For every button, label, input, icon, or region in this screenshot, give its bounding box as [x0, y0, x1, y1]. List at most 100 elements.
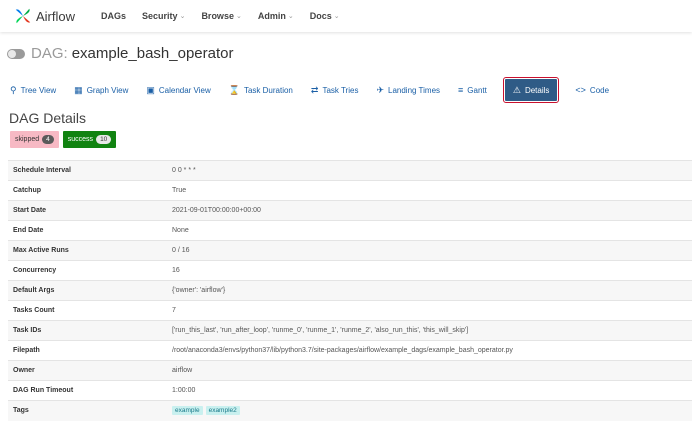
detail-value: 0 / 16 [172, 240, 692, 261]
tag-badge[interactable]: example2 [205, 406, 240, 416]
nav-docs[interactable]: Docs ⌄ [310, 11, 340, 21]
tab-label: Task Tries [322, 85, 359, 95]
tab-label: Gantt [467, 85, 487, 95]
code-icon: <> [575, 85, 586, 95]
state-count: 4 [42, 135, 54, 144]
detail-key: Catchup [8, 180, 172, 201]
detail-value: None [172, 220, 692, 241]
state-badge-success[interactable]: success 10 [62, 131, 117, 148]
table-row: Start Date 2021-09-01T00:00:00+00:00 [8, 200, 692, 221]
nav-browse[interactable]: Browse ⌄ [201, 11, 241, 21]
detail-value: ['run_this_last', 'run_after_loop', 'run… [172, 320, 692, 341]
table-row: Max Active Runs 0 / 16 [8, 240, 692, 261]
detail-value: 16 [172, 260, 692, 281]
top-navbar: Airflow DAGs Security ⌄ Browse ⌄ Admin ⌄ Do… [0, 0, 692, 32]
state-label: success [67, 136, 94, 143]
table-row: DAG Run Timeout 1:00:00 [8, 380, 692, 401]
detail-key: Filepath [8, 340, 172, 361]
state-count: 10 [96, 135, 112, 144]
dag-title: example_bash_operator [71, 45, 234, 62]
nav-browse-label: Browse [201, 11, 234, 21]
dag-pause-toggle[interactable] [7, 48, 25, 59]
detail-value: 7 [172, 300, 692, 321]
dag-header: DAG: example_bash_operator [7, 45, 233, 62]
detail-key: Task IDs [8, 320, 172, 341]
detail-key: Max Active Runs [8, 240, 172, 261]
detail-value: example example2 [172, 400, 692, 421]
tab-details[interactable]: ⚠ Details [502, 77, 560, 103]
tab-graph-view[interactable]: ▦ Graph View [74, 79, 128, 101]
tab-tree-view[interactable]: ⚲ Tree View [10, 79, 56, 101]
detail-value: True [172, 180, 692, 201]
tab-landing-times[interactable]: ✈ Landing Times [376, 79, 440, 101]
table-row: Filepath/root/anaconda3/envs/python37/li… [8, 340, 692, 361]
tab-label: Calendar View [158, 85, 211, 95]
warning-icon: ⚠ [512, 84, 521, 95]
airflow-logo-icon [15, 8, 31, 24]
gantt-icon: ≡ [458, 85, 464, 95]
chevron-down-icon: ⌄ [179, 13, 186, 20]
nav-security-label: Security [142, 11, 178, 21]
detail-key: Concurrency [8, 260, 172, 281]
table-row: Tags example example2 [8, 400, 692, 421]
tab-code[interactable]: <> Code [575, 79, 609, 101]
chevron-down-icon: ⌄ [287, 13, 294, 20]
detail-value: /root/anaconda3/envs/python37/lib/python… [172, 340, 692, 361]
detail-value: 2021-09-01T00:00:00+00:00 [172, 200, 692, 221]
chevron-down-icon: ⌄ [235, 13, 242, 20]
nav-docs-label: Docs [309, 11, 332, 21]
tab-gantt[interactable]: ≡ Gantt [458, 79, 487, 101]
detail-value: 0 0 * * * [172, 160, 692, 181]
landing-icon: ✈ [376, 84, 384, 95]
chevron-down-icon: ⌄ [333, 13, 340, 20]
table-row: Default Args {'owner': 'airflow'} [8, 280, 692, 301]
tab-task-tries[interactable]: ⇄ Task Tries [311, 79, 359, 101]
tab-label: Landing Times [388, 85, 441, 95]
table-row: End Date None [8, 220, 692, 241]
state-badge-skipped[interactable]: skipped 4 [10, 131, 59, 148]
detail-key: Owner [8, 360, 172, 381]
detail-value: {'owner': 'airflow'} [172, 280, 692, 301]
dag-view-tabs: ⚲ Tree View ▦ Graph View ▣ Calendar View ⌛ T… [10, 77, 627, 103]
detail-key: Tasks Count [8, 300, 172, 321]
detail-value: airflow [172, 360, 692, 381]
detail-key: DAG Run Timeout [8, 380, 172, 401]
detail-key: Schedule Interval [8, 160, 172, 181]
tab-label: Code [589, 85, 610, 95]
nav-dags[interactable]: DAGs [101, 11, 126, 21]
table-row: Schedule Interval 0 0 * * * [8, 160, 692, 181]
graph-icon: ▦ [74, 84, 83, 95]
nav-security[interactable]: Security ⌄ [142, 11, 185, 21]
tag-badge[interactable]: example [172, 406, 203, 416]
brand-name: Airflow [36, 8, 76, 24]
dag-details-table: Schedule Interval 0 0 * * * Catchup True Sta… [8, 160, 692, 421]
table-row: Task IDs ['run_this_last', 'run_after_loo… [8, 320, 692, 341]
tab-label: Tree View [20, 85, 57, 95]
tab-task-duration[interactable]: ⌛ Task Duration [229, 79, 293, 101]
tab-label: Details [524, 85, 550, 95]
brand-link[interactable]: Airflow [14, 7, 75, 25]
detail-value: 1:00:00 [172, 380, 692, 401]
section-title: DAG Details [9, 110, 87, 126]
retry-icon: ⇄ [310, 84, 319, 95]
detail-key: Tags [8, 400, 172, 421]
nav-admin-label: Admin [257, 11, 286, 21]
nav-dags-label: DAGs [101, 11, 127, 21]
task-state-summary: skipped 4 success 10 [10, 131, 120, 148]
nav-admin[interactable]: Admin ⌄ [258, 11, 294, 21]
hourglass-icon: ⌛ [228, 84, 240, 95]
table-row: Catchup True [8, 180, 692, 201]
table-row: Tasks Count 7 [8, 300, 692, 321]
tab-label: Graph View [86, 85, 129, 95]
tab-label: Task Duration [243, 85, 293, 95]
detail-key: Start Date [8, 200, 172, 221]
tab-calendar-view[interactable]: ▣ Calendar View [146, 79, 210, 101]
calendar-icon: ▣ [146, 84, 155, 95]
dag-prefix: DAG: [31, 45, 68, 62]
detail-key: End Date [8, 220, 172, 241]
tree-icon: ⚲ [10, 84, 17, 95]
table-row: Concurrency 16 [8, 260, 692, 281]
state-label: skipped [15, 136, 40, 143]
detail-key: Default Args [8, 280, 172, 301]
table-row: Owner airflow [8, 360, 692, 381]
